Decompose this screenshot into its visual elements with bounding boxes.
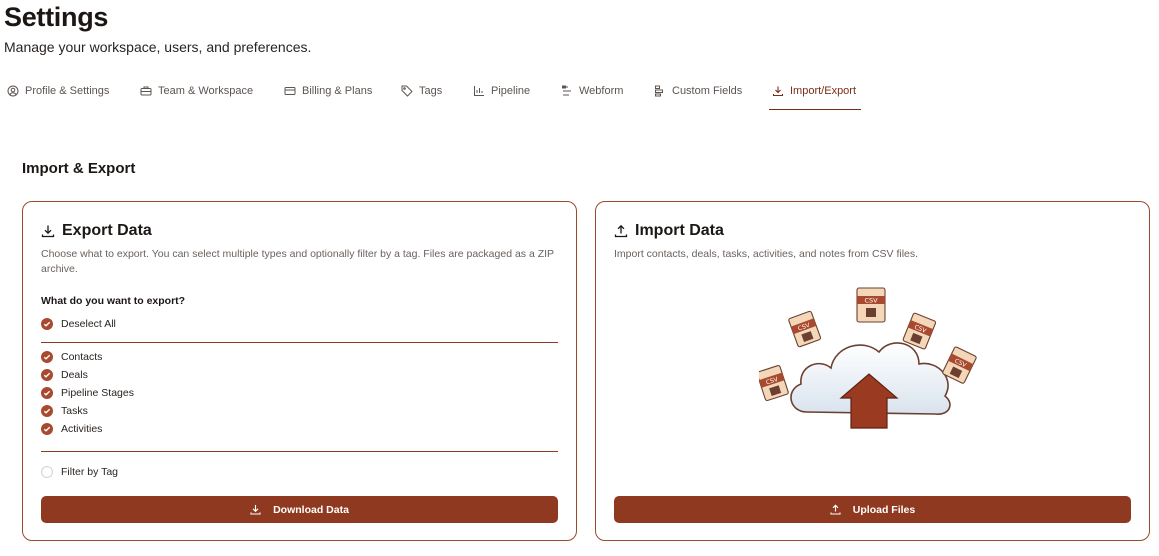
form-icon — [562, 85, 571, 96]
checkbox-label: Deselect All — [61, 318, 116, 330]
button-label: Download Data — [273, 503, 349, 516]
svg-text:CSV: CSV — [864, 297, 878, 305]
checked-icon — [41, 405, 53, 417]
export-card: Export Data Choose what to export. You c… — [22, 201, 577, 541]
checked-icon — [41, 318, 53, 330]
tab-import-export[interactable]: Import/Export — [769, 82, 861, 110]
cloud-upload-illustration: CSV CSV CSV CSV CSV — [759, 287, 977, 429]
tab-webform[interactable]: Webform — [561, 82, 623, 110]
import-card: Import Data Import contacts, deals, task… — [595, 201, 1150, 541]
download-icon — [41, 225, 55, 238]
upload-icon — [614, 224, 628, 238]
upload-files-button[interactable]: Upload Files — [614, 496, 1131, 523]
export-title: Export Data — [62, 222, 152, 239]
briefcase-icon — [140, 86, 152, 96]
download-data-button[interactable]: Download Data — [41, 496, 558, 523]
settings-tabs: Profile & Settings Team & Workspace Bill… — [0, 82, 1159, 110]
csv-file-icon: CSV — [788, 310, 822, 348]
export-item-contacts[interactable]: Contacts — [41, 351, 102, 363]
export-item-pipeline-stages[interactable]: Pipeline Stages — [41, 387, 134, 399]
checkbox-label: Activities — [61, 423, 103, 435]
filter-by-tag-toggle[interactable]: Filter by Tag — [41, 466, 118, 478]
deselect-all-checkbox[interactable]: Deselect All — [41, 318, 116, 330]
checkbox-label: Contacts — [61, 351, 103, 363]
checked-icon — [41, 423, 53, 435]
export-card-header: Export Data — [41, 222, 152, 240]
tab-billing-plans[interactable]: Billing & Plans — [284, 82, 372, 110]
csv-file-icon: CSV — [759, 365, 789, 402]
divider — [41, 342, 558, 343]
export-item-activities[interactable]: Activities — [41, 423, 102, 435]
checked-icon — [41, 387, 53, 399]
tab-team-workspace[interactable]: Team & Workspace — [140, 82, 253, 110]
import-description: Import contacts, deals, tasks, activitie… — [614, 248, 919, 260]
divider — [41, 451, 558, 452]
chart-icon — [474, 86, 484, 96]
button-label: Upload Files — [852, 503, 916, 516]
tab-profile-settings[interactable]: Profile & Settings — [7, 82, 109, 110]
checked-icon — [41, 369, 53, 381]
export-item-tasks[interactable]: Tasks — [41, 405, 88, 417]
page-subtitle: Manage your workspace, users, and prefer… — [4, 39, 312, 55]
tab-tags[interactable]: Tags — [401, 82, 442, 110]
import-card-header: Import Data — [614, 222, 724, 240]
export-question: What do you want to export? — [41, 295, 186, 307]
csv-file-icon: CSV — [856, 287, 886, 323]
tab-label: Tags — [419, 85, 443, 97]
unchecked-radio-icon — [41, 466, 53, 478]
export-description: Choose what to export. You can select mu… — [41, 248, 554, 275]
tab-label: Pipeline — [491, 85, 531, 97]
checkbox-label: Filter by Tag — [61, 466, 118, 478]
checkbox-label: Tasks — [61, 405, 88, 417]
tab-custom-fields[interactable]: Custom Fields — [654, 82, 742, 110]
download-icon — [772, 86, 784, 97]
fields-icon — [655, 85, 663, 97]
tag-icon — [401, 85, 413, 97]
tab-label: Custom Fields — [672, 85, 743, 97]
tab-label: Import/Export — [790, 85, 857, 97]
credit-card-icon — [284, 87, 296, 95]
checkbox-label: Pipeline Stages — [61, 387, 134, 399]
download-icon — [250, 505, 261, 515]
csv-file-icon: CSV — [902, 312, 937, 350]
upload-icon — [830, 504, 841, 515]
section-title: Import & Export — [22, 160, 136, 177]
checkbox-label: Deals — [61, 369, 88, 381]
export-item-deals[interactable]: Deals — [41, 369, 88, 381]
tab-pipeline[interactable]: Pipeline — [473, 82, 530, 110]
page-title: Settings — [4, 2, 109, 32]
tab-label: Webform — [579, 85, 624, 97]
import-title: Import Data — [635, 222, 724, 239]
tab-label: Billing & Plans — [302, 85, 373, 97]
user-circle-icon — [7, 85, 19, 97]
tab-label: Team & Workspace — [158, 85, 254, 97]
tab-label: Profile & Settings — [25, 85, 110, 97]
checked-icon — [41, 351, 53, 363]
